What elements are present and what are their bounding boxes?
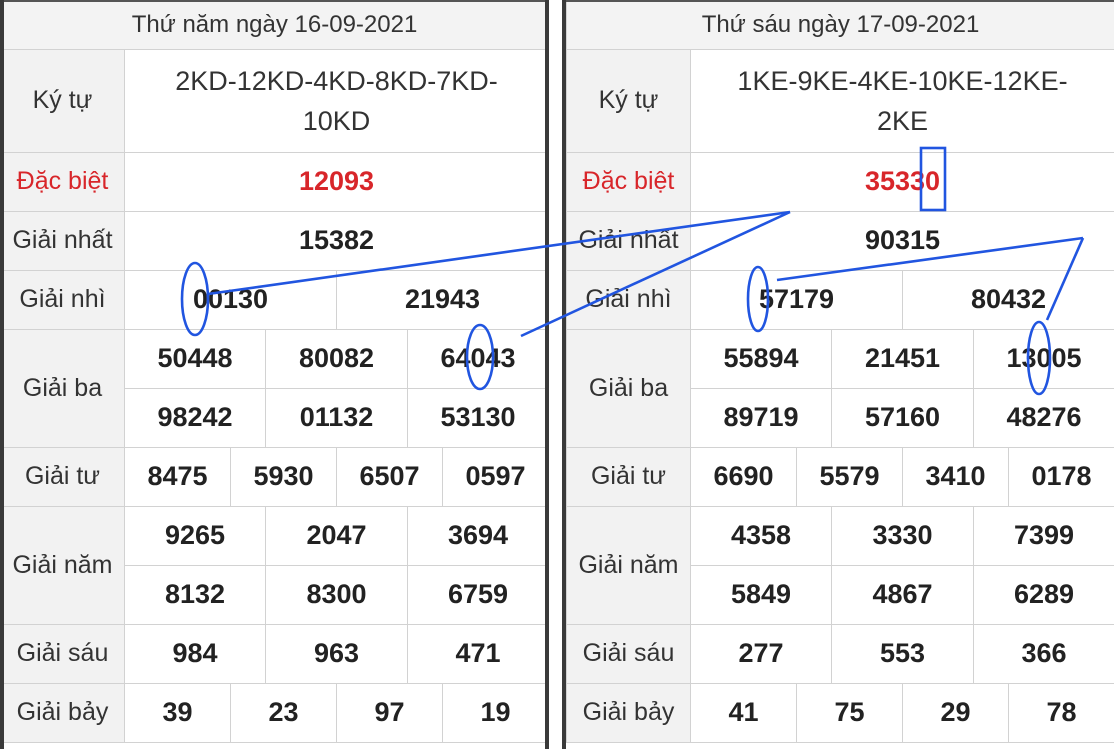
giai-bay-value: 41 bbox=[690, 682, 797, 743]
giai-sau-value: 963 bbox=[265, 623, 408, 684]
lottery-table-2021-09-17: Thứ sáu ngày 17-09-2021 Ký tự 1KE-9KE-4K… bbox=[565, 0, 1114, 743]
label-giai-nhat: Giải nhất bbox=[0, 210, 125, 271]
label-dac-biet: Đặc biệt bbox=[566, 151, 691, 212]
giai-nam-value: 6759 bbox=[406, 564, 550, 625]
separator-bar bbox=[545, 0, 549, 749]
giai-nam-value: 8300 bbox=[265, 564, 408, 625]
giai-nam-value: 4867 bbox=[831, 564, 974, 625]
date-header: Thứ sáu ngày 17-09-2021 bbox=[565, 0, 1114, 50]
label-giai-bay: Giải bảy bbox=[566, 682, 691, 743]
giai-ba-value: 64043 bbox=[406, 328, 550, 389]
giai-tu-value: 6690 bbox=[690, 446, 797, 507]
results-table-left: Thứ năm ngày 16-09-2021 Ký tự 2KD-12KD-4… bbox=[0, 0, 550, 749]
dac-biet-value: 12093 bbox=[123, 151, 550, 212]
giai-nhi-value: 00130 bbox=[124, 269, 337, 330]
giai-sau-value: 553 bbox=[831, 623, 974, 684]
giai-ba-value: 53130 bbox=[406, 387, 550, 448]
giai-nam-value: 6289 bbox=[972, 564, 1114, 625]
kytu-value: 2KD-12KD-4KD-8KD-7KD-10KD bbox=[123, 48, 550, 153]
giai-nhi-value: 57179 bbox=[690, 269, 903, 330]
giai-nam-value: 3330 bbox=[831, 505, 974, 566]
giai-sau-value: 984 bbox=[124, 623, 266, 684]
lottery-table-2021-09-16: Thứ năm ngày 16-09-2021 Ký tự 2KD-12KD-4… bbox=[0, 0, 550, 743]
giai-nam-value: 7399 bbox=[972, 505, 1114, 566]
label-giai-nam: Giải năm bbox=[0, 505, 125, 625]
giai-sau-value: 277 bbox=[690, 623, 832, 684]
label-dac-biet: Đặc biệt bbox=[0, 151, 125, 212]
giai-nam-value: 3694 bbox=[406, 505, 550, 566]
giai-nam-value: 2047 bbox=[265, 505, 408, 566]
label-giai-bay: Giải bảy bbox=[0, 682, 125, 743]
giai-nam-value: 4358 bbox=[690, 505, 832, 566]
giai-tu-value: 5579 bbox=[796, 446, 903, 507]
giai-nhi-value: 21943 bbox=[335, 269, 550, 330]
label-giai-nam: Giải năm bbox=[566, 505, 691, 625]
giai-ba-value: 98242 bbox=[124, 387, 266, 448]
giai-bay-value: 39 bbox=[124, 682, 231, 743]
label-giai-sau: Giải sáu bbox=[0, 623, 125, 684]
giai-bay-value: 97 bbox=[336, 682, 443, 743]
giai-nhat-value: 15382 bbox=[123, 210, 550, 271]
label-giai-ba: Giải ba bbox=[566, 328, 691, 448]
giai-tu-value: 5930 bbox=[230, 446, 337, 507]
giai-ba-value: 55894 bbox=[690, 328, 832, 389]
giai-tu-value: 0178 bbox=[1007, 446, 1114, 507]
giai-ba-value: 89719 bbox=[690, 387, 832, 448]
giai-bay-value: 23 bbox=[230, 682, 337, 743]
giai-bay-value: 19 bbox=[441, 682, 550, 743]
giai-tu-value: 3410 bbox=[902, 446, 1009, 507]
giai-tu-value: 0597 bbox=[441, 446, 550, 507]
giai-nhat-value: 90315 bbox=[689, 210, 1114, 271]
giai-sau-value: 366 bbox=[972, 623, 1114, 684]
giai-ba-value: 48276 bbox=[972, 387, 1114, 448]
giai-ba-value: 57160 bbox=[831, 387, 974, 448]
label-giai-nhat: Giải nhất bbox=[566, 210, 691, 271]
label-giai-tu: Giải tư bbox=[566, 446, 691, 507]
giai-bay-value: 29 bbox=[902, 682, 1009, 743]
date-header: Thứ năm ngày 16-09-2021 bbox=[0, 0, 550, 50]
giai-bay-value: 78 bbox=[1007, 682, 1114, 743]
separator-bar bbox=[562, 0, 566, 749]
giai-ba-value: 01132 bbox=[265, 387, 408, 448]
label-giai-sau: Giải sáu bbox=[566, 623, 691, 684]
giai-ba-value: 21451 bbox=[831, 328, 974, 389]
label-giai-tu: Giải tư bbox=[0, 446, 125, 507]
giai-sau-value: 471 bbox=[406, 623, 550, 684]
giai-bay-value: 75 bbox=[796, 682, 903, 743]
giai-tu-value: 6507 bbox=[336, 446, 443, 507]
giai-nam-value: 9265 bbox=[124, 505, 266, 566]
giai-tu-value: 8475 bbox=[124, 446, 231, 507]
label-kytu: Ký tự bbox=[0, 48, 125, 153]
giai-nhi-value: 80432 bbox=[901, 269, 1114, 330]
giai-ba-value: 80082 bbox=[265, 328, 408, 389]
giai-nam-value: 8132 bbox=[124, 564, 266, 625]
label-giai-ba: Giải ba bbox=[0, 328, 125, 448]
left-border-bar bbox=[0, 0, 4, 749]
label-giai-nhi: Giải nhì bbox=[566, 269, 691, 330]
label-kytu: Ký tự bbox=[566, 48, 691, 153]
kytu-value: 1KE-9KE-4KE-10KE-12KE-2KE bbox=[689, 48, 1114, 153]
results-table-right: Thứ sáu ngày 17-09-2021 Ký tự 1KE-9KE-4K… bbox=[565, 0, 1114, 749]
dac-biet-value: 35330 bbox=[689, 151, 1114, 212]
label-giai-nhi: Giải nhì bbox=[0, 269, 125, 330]
giai-ba-value: 50448 bbox=[124, 328, 266, 389]
giai-nam-value: 5849 bbox=[690, 564, 832, 625]
giai-ba-value: 13005 bbox=[972, 328, 1114, 389]
